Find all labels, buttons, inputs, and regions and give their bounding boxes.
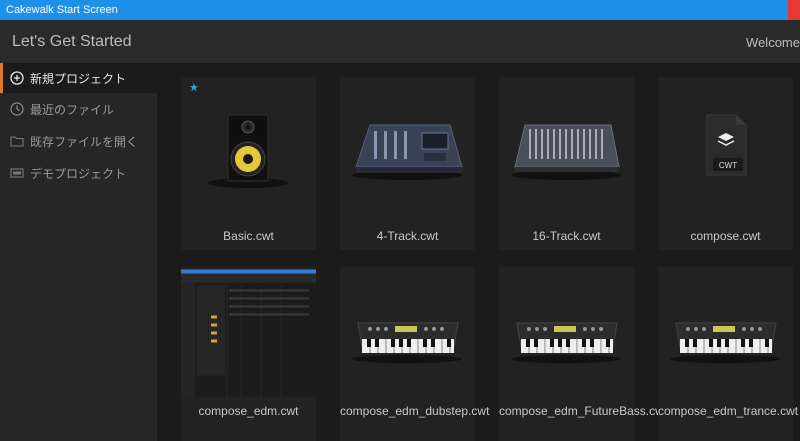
synth-icon [670, 322, 780, 363]
demo-icon [10, 168, 24, 178]
template-tile-compose-edm-futurebass[interactable]: compose_edm_FutureBass.cwt [499, 267, 668, 441]
template-tile-basic[interactable]: ★ Basic.cwt [181, 77, 316, 250]
template-label: compose_edm.cwt [198, 404, 299, 418]
template-label: compose_edm_FutureBass.cwt [499, 404, 668, 418]
template-tile-compose-edm[interactable]: compose_edm.cwt [181, 267, 316, 441]
sidebar-item-label: デモプロジェクト [30, 167, 127, 181]
synth-icon [352, 322, 462, 363]
sidebar-item-label: 最近のファイル [30, 103, 115, 117]
sidebar: 新規プロジェクト 最近のファイル 既存ファイルを開く デモプロジェクト [0, 63, 157, 441]
template-tile-compose[interactable]: CWT compose.cwt [658, 77, 793, 250]
template-tile-16-track[interactable]: 16-Track.cwt [499, 77, 634, 250]
template-tile-compose-edm-dubstep[interactable]: compose_edm_dubstep.cwt [340, 267, 490, 441]
synth-icon [511, 322, 621, 363]
daw-screenshot-image [181, 269, 316, 397]
sidebar-item-demo-project[interactable]: デモプロジェクト [0, 158, 157, 188]
window-title: Cakewalk Start Screen [6, 4, 118, 16]
clock-icon [10, 102, 24, 116]
sidebar-item-new-project[interactable]: 新規プロジェクト [0, 63, 157, 93]
template-label: compose_edm_trance.cwt [658, 404, 799, 418]
sidebar-item-open-file[interactable]: 既存ファイルを開く [0, 126, 157, 156]
folder-icon [10, 136, 24, 147]
template-tile-compose-edm-trance[interactable]: compose_edm_trance.cwt [658, 267, 799, 441]
star-icon: ★ [189, 82, 199, 94]
close-button[interactable] [788, 0, 800, 20]
title-bar: Cakewalk Start Screen [0, 0, 800, 20]
template-label: Basic.cwt [223, 229, 274, 243]
template-label: 16-Track.cwt [532, 229, 601, 243]
cwt-file-icon: CWT [706, 114, 747, 176]
mixer-icon [511, 124, 621, 180]
welcome-tab[interactable]: Welcome [746, 35, 800, 50]
speaker-icon [208, 114, 288, 188]
template-tile-4-track[interactable]: 4-Track.cwt [340, 77, 475, 250]
plus-circle-icon [10, 71, 24, 85]
cwt-badge-text: CWT [719, 161, 737, 170]
sidebar-item-label: 既存ファイルを開く [30, 135, 139, 149]
template-label: compose_edm_dubstep.cwt [340, 404, 490, 418]
page-title: Let's Get Started [12, 33, 132, 50]
template-label: compose.cwt [690, 229, 761, 243]
template-label: 4-Track.cwt [376, 229, 439, 243]
sidebar-item-recent-files[interactable]: 最近のファイル [0, 94, 157, 124]
sidebar-item-label: 新規プロジェクト [30, 72, 127, 86]
header: Let's Get Started Welcome [0, 20, 800, 63]
mixer-icon [352, 124, 463, 180]
template-grid: ★ Basic.cwt 4-Track.cwt 16-Track.cwt CWT… [157, 63, 800, 441]
